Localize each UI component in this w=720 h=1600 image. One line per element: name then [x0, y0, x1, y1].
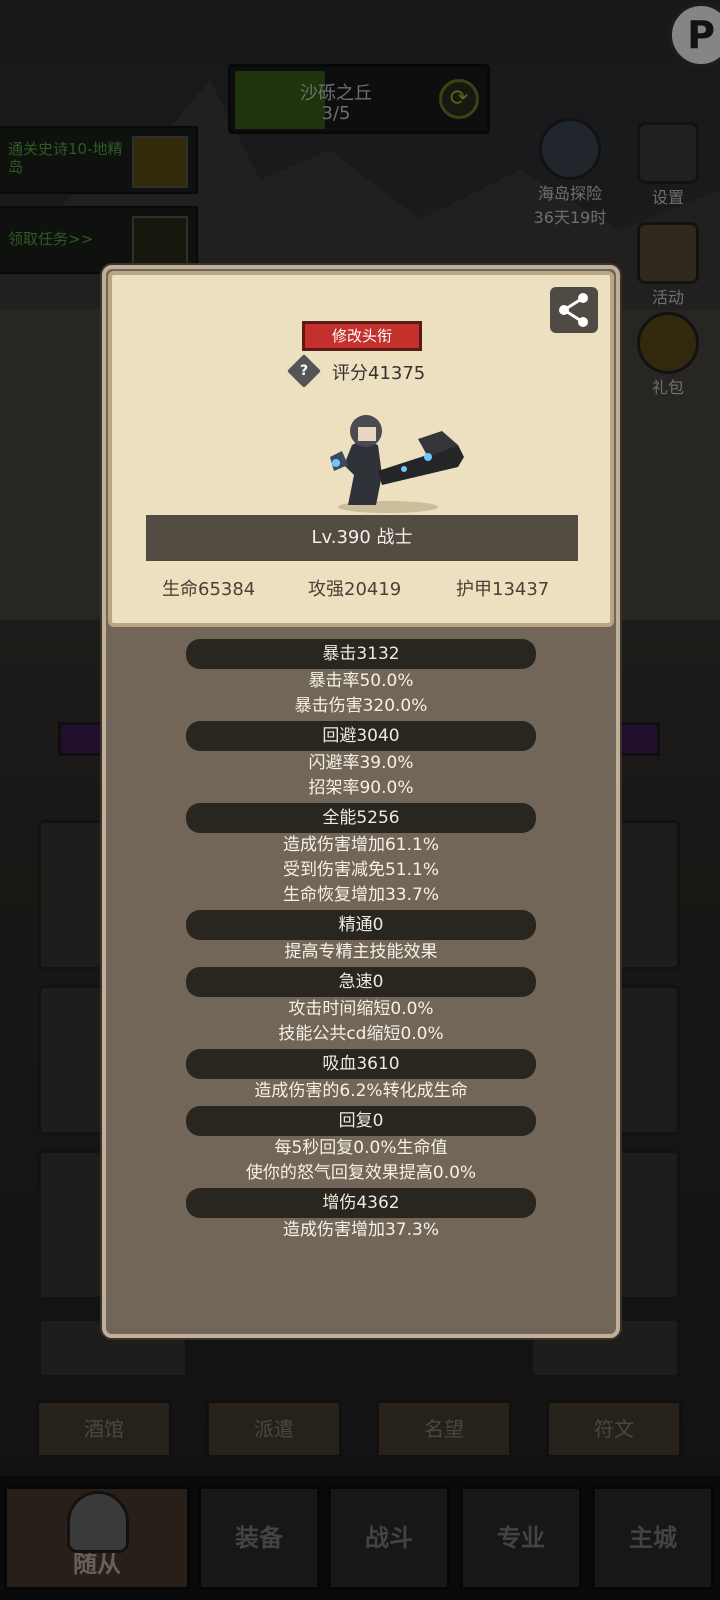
- stat-attack: 攻强20419: [308, 579, 402, 600]
- attribute-list: 暴击3132 暴击率50.0% 暴击伤害320.0% 回避3040 闪避率39.0% 招架…: [106, 639, 616, 1245]
- attribute-detail: 每5秒回复0.0%生命值: [274, 1138, 448, 1158]
- attribute-header: 精通0: [186, 910, 536, 940]
- attribute-header: 回复0: [186, 1106, 536, 1136]
- attribute-header: 回避3040: [186, 721, 536, 751]
- attribute-detail: 招架率90.0%: [308, 778, 414, 798]
- attribute-detail: 闪避率39.0%: [308, 753, 414, 773]
- base-stats-row: 生命65384 攻强20419 护甲13437: [112, 575, 610, 605]
- attribute-detail: 受到伤害减免51.1%: [282, 860, 439, 880]
- help-icon-glyph: ?: [299, 363, 309, 379]
- attribute-header: 全能5256: [186, 803, 536, 833]
- character-stats-panel: 修改头衔 ? 评分41375 Lv.390 战士 生命65384 攻强20419…: [102, 265, 620, 1338]
- share-icon: [559, 293, 588, 327]
- score-row: ? 评分41375: [287, 354, 472, 388]
- attribute-header: 增伤4362: [186, 1188, 536, 1218]
- attribute-header: 暴击3132: [186, 639, 536, 669]
- attribute-spacer: [106, 1243, 616, 1245]
- score-value: 评分41375: [332, 363, 426, 384]
- attribute-detail: 暴击伤害320.0%: [294, 696, 428, 716]
- edit-title-button[interactable]: 修改头衔: [302, 321, 422, 351]
- warrior-character-sprite: [330, 415, 464, 513]
- attribute-detail: 暴击率50.0%: [308, 671, 414, 691]
- stat-armor: 护甲13437: [456, 579, 550, 600]
- attribute-detail: 造成伤害增加61.1%: [282, 835, 439, 855]
- attribute-detail: 造成伤害的6.2%转化成生命: [254, 1081, 468, 1101]
- help-icon[interactable]: ?: [287, 354, 321, 388]
- attribute-detail: 技能公共cd缩短0.0%: [278, 1024, 444, 1044]
- attribute-detail: 攻击时间缩短0.0%: [288, 999, 434, 1019]
- attribute-header: 急速0: [186, 967, 536, 997]
- level-class-banner: Lv.390 战士: [146, 515, 578, 561]
- share-button[interactable]: [550, 287, 598, 333]
- stat-hp: 生命65384: [162, 579, 256, 600]
- attribute-detail: 生命恢复增加33.7%: [282, 885, 439, 905]
- attribute-header: 吸血3610: [186, 1049, 536, 1079]
- attribute-detail: 造成伤害增加37.3%: [282, 1220, 439, 1240]
- attribute-detail: 提高专精主技能效果: [284, 942, 438, 962]
- attribute-detail: 使你的怒气回复效果提高0.0%: [245, 1163, 477, 1183]
- character-card: 修改头衔 ? 评分41375 Lv.390 战士 生命65384 攻强20419…: [108, 271, 614, 627]
